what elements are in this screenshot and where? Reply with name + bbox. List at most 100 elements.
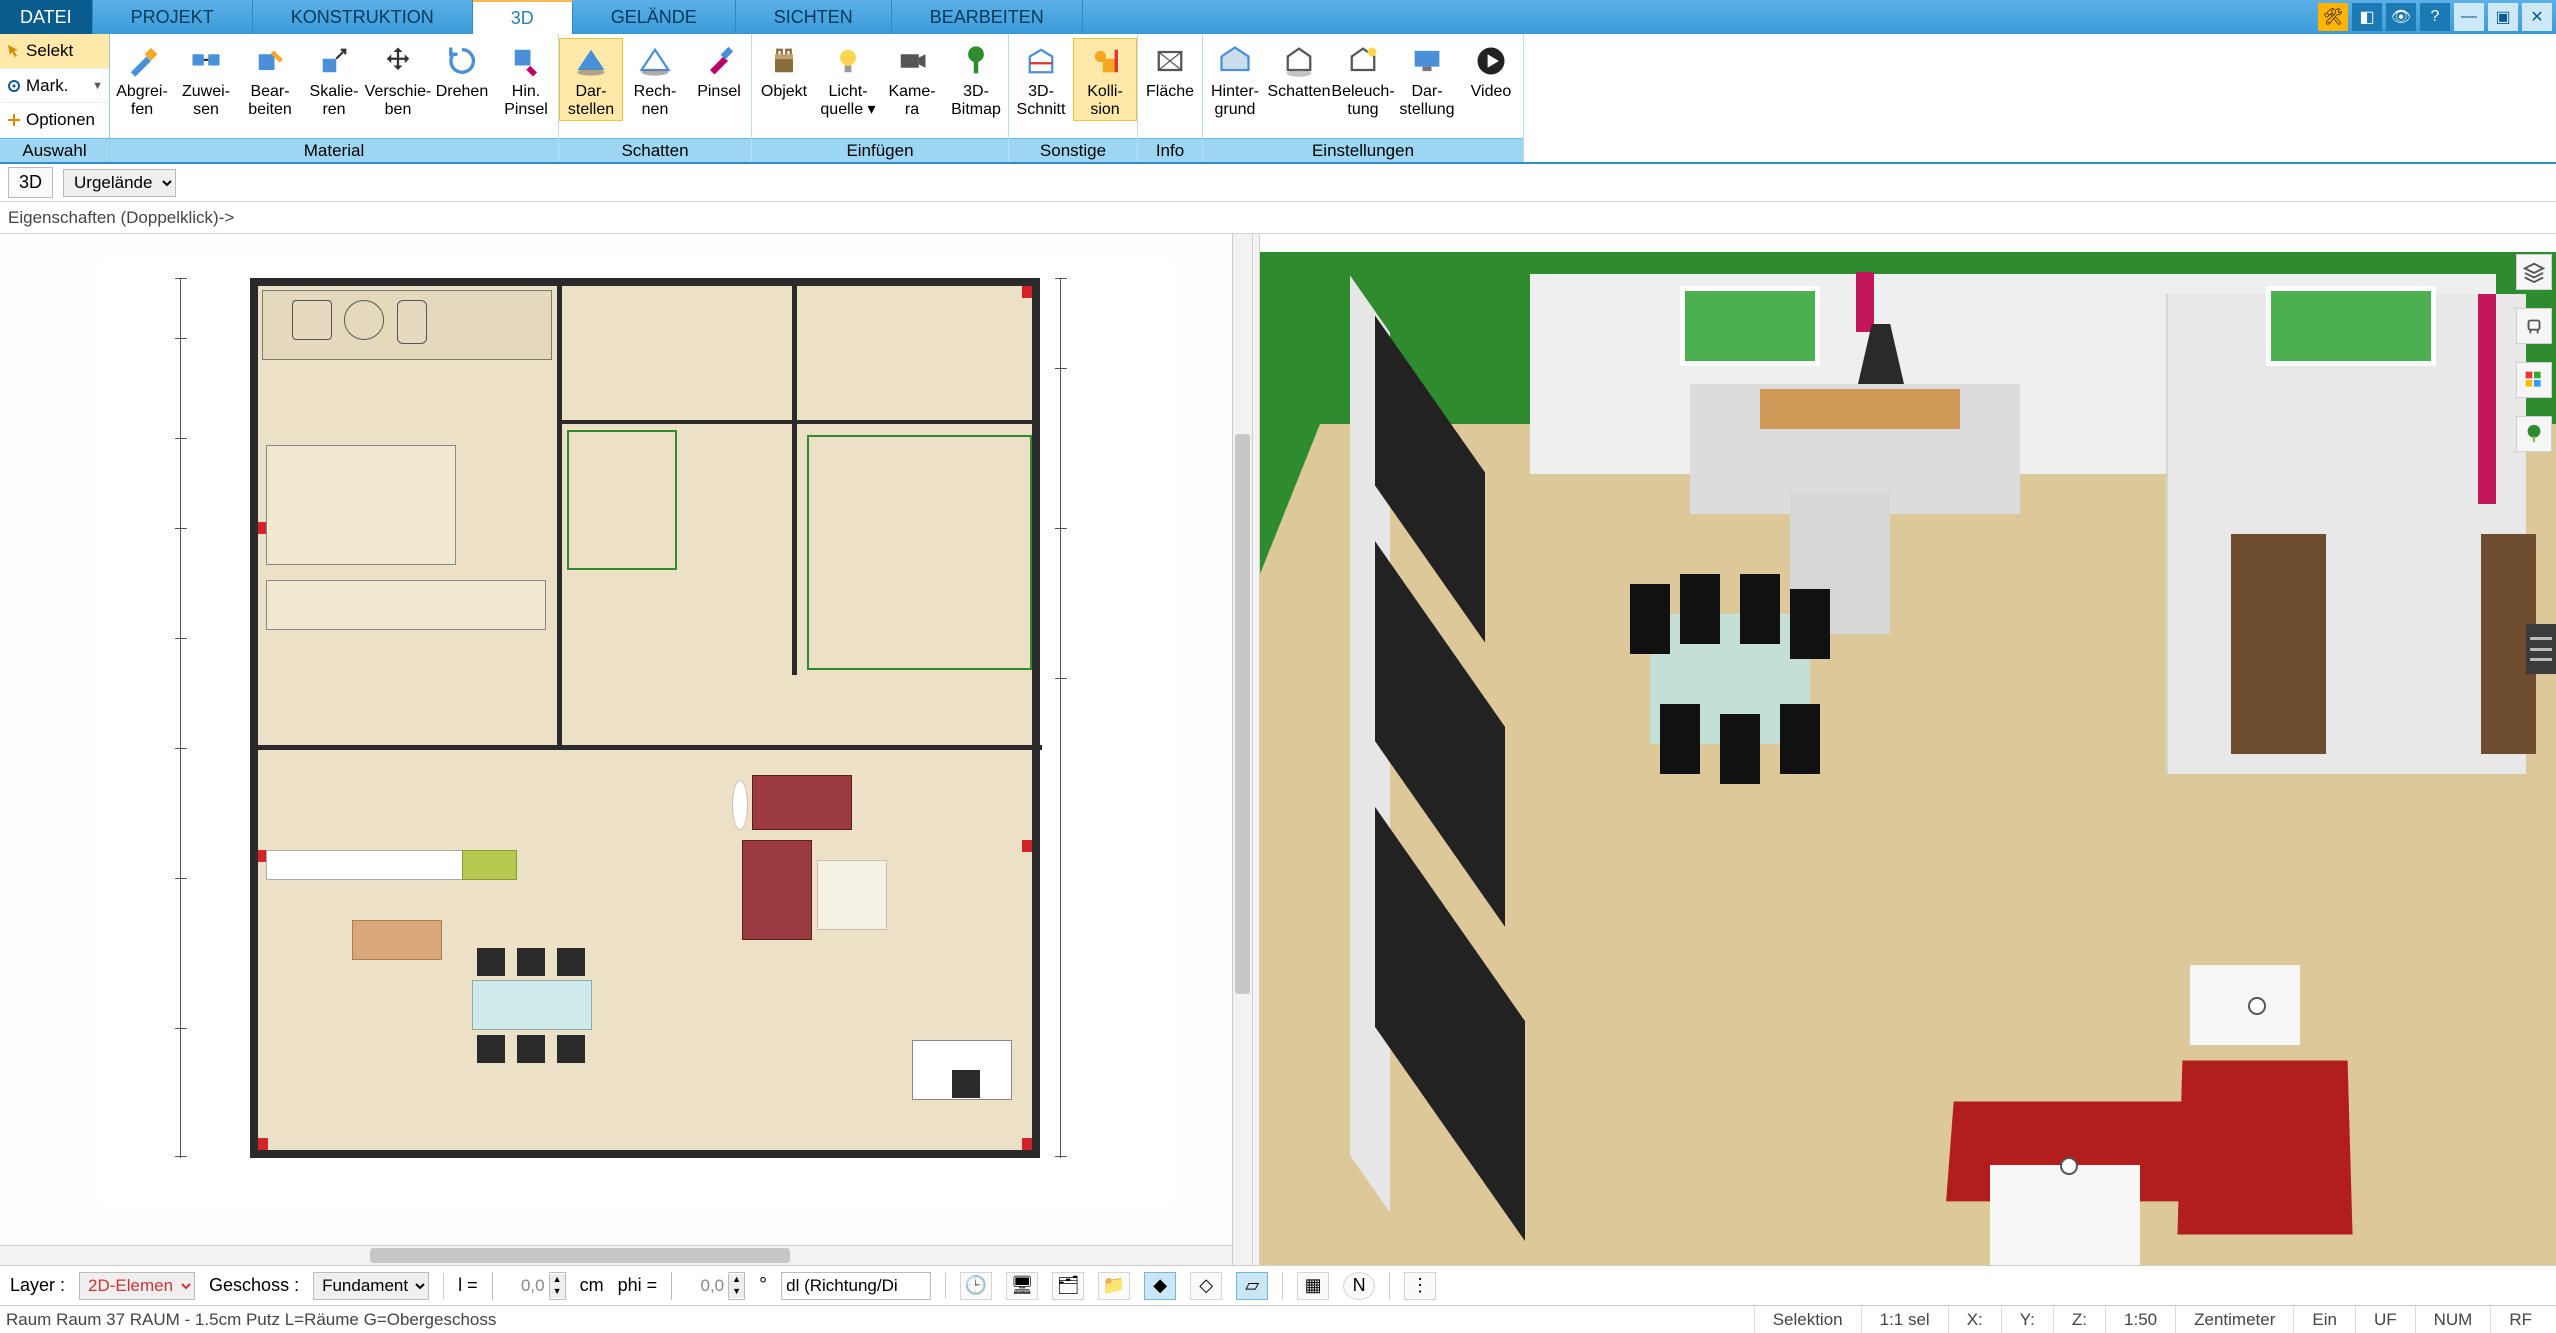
stack-icon[interactable]: 🗂	[1052, 1272, 1084, 1300]
side-panel-handle[interactable]	[2526, 624, 2556, 674]
ribbon-objekt[interactable]: Objekt	[752, 38, 816, 104]
ribbon-item-label: nen	[642, 101, 669, 119]
north-icon[interactable]: N	[1343, 1272, 1375, 1300]
properties-hint-bar[interactable]: Eigenschaften (Doppelklick)->	[0, 202, 2556, 234]
terrain-select[interactable]: Urgelände	[63, 169, 176, 197]
ribbon-bearbeiten[interactable]: Bear-beiten	[238, 38, 302, 121]
ribbon-item-label: grund	[1215, 101, 1256, 119]
spin-down[interactable]: ▼	[728, 1286, 744, 1298]
ribbon-bitmap3d[interactable]: 3D-Bitmap	[944, 38, 1008, 121]
layers-icon[interactable]	[2516, 254, 2552, 290]
phi-label: phi =	[618, 1275, 658, 1296]
horizontal-scrollbar[interactable]	[0, 1245, 1232, 1265]
ribbon-hintergrund[interactable]: Hinter-grund	[1203, 38, 1267, 121]
tab-sichten[interactable]: SICHTEN	[736, 0, 892, 34]
layer-wire-icon[interactable]: ◇	[1190, 1272, 1222, 1300]
scrollbar-thumb[interactable]	[370, 1248, 790, 1263]
palette-icon[interactable]	[2516, 362, 2552, 398]
ribbon-item-label: Schnitt	[1017, 101, 1066, 119]
status-y: Y:	[2001, 1306, 2053, 1333]
view-splitter[interactable]	[1252, 234, 1260, 1265]
select-tool[interactable]: Selekt	[0, 34, 109, 69]
length-input[interactable]	[493, 1272, 549, 1300]
view-3d[interactable]	[1260, 234, 2556, 1265]
spin-down[interactable]: ▼	[549, 1286, 565, 1298]
ribbon-pinsel[interactable]: Pinsel	[687, 38, 751, 104]
ribbon-lichtquelle[interactable]: Licht-quelle ▾	[816, 38, 880, 121]
camera-chair-icon[interactable]	[2516, 308, 2552, 344]
ribbon-kollision[interactable]: Kolli-sion	[1073, 38, 1137, 121]
geschoss-label: Geschoss :	[209, 1275, 299, 1296]
ribbon-darstellung[interactable]: Dar-stellung	[1395, 38, 1459, 121]
ribbon-skalieren[interactable]: Skalie-ren	[302, 38, 366, 121]
tree-icon[interactable]	[2516, 416, 2552, 452]
sofa-icon	[742, 840, 812, 940]
ribbon-flaeche[interactable]: Fläche	[1138, 38, 1202, 104]
spin-up[interactable]: ▲	[728, 1274, 744, 1286]
folder-icon[interactable]: 📁	[1098, 1272, 1130, 1300]
ribbon-item-label: Fläche	[1146, 83, 1194, 101]
ribbon-item-label: Hinter-	[1211, 83, 1259, 101]
phi-input[interactable]	[672, 1272, 728, 1300]
length-label: l =	[458, 1275, 478, 1296]
tab-konstruktion[interactable]: KONSTRUKTION	[253, 0, 473, 34]
ribbon-group-einfuegen: ObjektLicht-quelle ▾Kame-ra3D-BitmapEinf…	[752, 34, 1009, 162]
ribbon-item-label: Kolli-	[1087, 83, 1123, 101]
status-scale: 1:50	[2105, 1306, 2175, 1333]
tab-3d[interactable]: 3D	[473, 0, 573, 34]
dl-input[interactable]	[781, 1272, 931, 1300]
window-icon	[2266, 286, 2436, 366]
grid-icon[interactable]: ▦	[1297, 1272, 1329, 1300]
tab-gelaende[interactable]: GELÄNDE	[573, 0, 736, 34]
monitor-icon[interactable]: 🖥	[1006, 1272, 1038, 1300]
layer-select[interactable]: 2D-Elemen	[79, 1272, 195, 1300]
help-icon[interactable]: ?	[2420, 3, 2450, 31]
view-2d[interactable]	[0, 234, 1232, 1265]
ribbon-group-label: Material	[110, 138, 558, 162]
ribbon-abgreifen[interactable]: Abgrei-fen	[110, 38, 174, 121]
hin_pinsel-icon	[502, 41, 550, 81]
ribbon-item-label: 3D-	[963, 83, 989, 101]
ribbon-darstellen[interactable]: Dar-stellen	[559, 38, 623, 121]
layer-flat-icon[interactable]: ▱	[1236, 1272, 1268, 1300]
bearbeiten-icon	[246, 41, 294, 81]
tab-datei[interactable]: DATEI	[0, 0, 93, 34]
ribbon-item-label: Video	[1471, 83, 1512, 101]
ribbon-schnitt3d[interactable]: 3D-Schnitt	[1009, 38, 1073, 121]
status-x: X:	[1948, 1306, 2001, 1333]
tools-icon[interactable]: 🛠	[2318, 3, 2348, 31]
ribbon-item-label: Verschie-	[365, 83, 432, 101]
scrollbar-thumb[interactable]	[1235, 434, 1250, 994]
ribbon-verschieben[interactable]: Verschie-ben	[366, 38, 430, 121]
layer-solid-icon[interactable]: ◆	[1144, 1272, 1176, 1300]
ribbon-group-label: Info	[1138, 138, 1202, 162]
ribbon-drehen[interactable]: Drehen	[430, 38, 494, 104]
ribbon-rechnen[interactable]: Rech-nen	[623, 38, 687, 121]
mark-tool[interactable]: Mark. ▼	[0, 69, 109, 104]
close-button[interactable]: ✕	[2522, 3, 2552, 31]
spin-up[interactable]: ▲	[549, 1274, 565, 1286]
geschoss-select[interactable]: Fundament	[313, 1272, 429, 1300]
ribbon-zuweisen[interactable]: Zuwei-sen	[174, 38, 238, 121]
clock-icon[interactable]: 🕒	[960, 1272, 992, 1300]
tab-bearbeiten[interactable]: BEARBEITEN	[892, 0, 1083, 34]
tab-projekt[interactable]: PROJEKT	[93, 0, 253, 34]
more-icon[interactable]: ⋮	[1404, 1272, 1436, 1300]
ribbon-schatten_e[interactable]: Schatten	[1267, 38, 1331, 104]
ribbon-hin_pinsel[interactable]: Hin.Pinsel	[494, 38, 558, 121]
ribbon-kamera[interactable]: Kame-ra	[880, 38, 944, 121]
window-icon[interactable]: ◧	[2352, 3, 2382, 31]
eye-icon[interactable]: 👁	[2386, 3, 2416, 31]
minimize-button[interactable]: —	[2454, 3, 2484, 31]
ribbon-item-label: Abgrei-	[116, 83, 168, 101]
toilet-icon	[397, 300, 427, 344]
floorplan[interactable]	[250, 278, 1040, 1158]
hintergrund-icon	[1211, 41, 1259, 81]
ribbon-item-label: stellung	[1399, 101, 1454, 119]
ribbon-video[interactable]: Video	[1459, 38, 1523, 104]
vertical-scrollbar[interactable]	[1232, 234, 1252, 1265]
ribbon-item-label: sion	[1090, 101, 1119, 119]
options-tool[interactable]: Optionen	[0, 103, 109, 138]
ribbon-beleuchtung[interactable]: Beleuch-tung	[1331, 38, 1395, 121]
restore-button[interactable]: ▣	[2488, 3, 2518, 31]
